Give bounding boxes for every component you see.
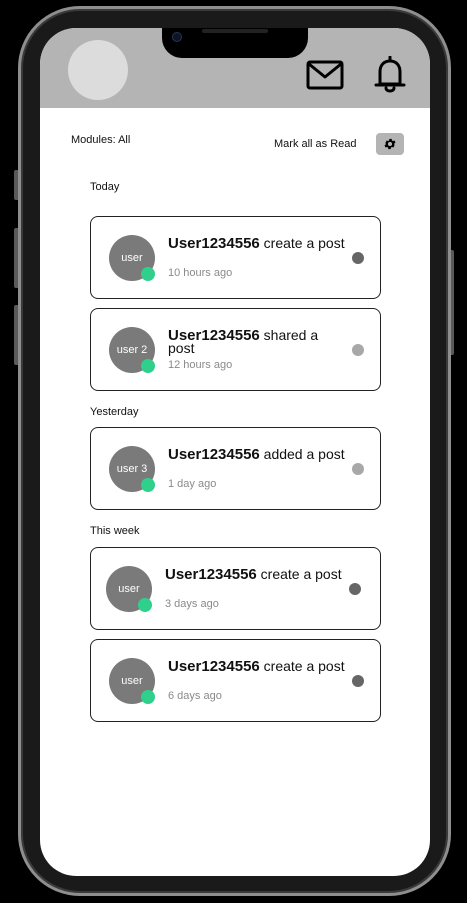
notification-message: User1234556 added a post	[168, 446, 348, 463]
notification-message: User1234556 shared a post	[168, 328, 348, 355]
online-indicator	[141, 690, 155, 704]
notification-time: 10 hours ago	[168, 267, 233, 279]
notification-time: 6 days ago	[168, 690, 222, 702]
device-notch	[162, 28, 308, 58]
notification-user: User1234556	[168, 446, 260, 463]
mail-icon[interactable]	[306, 60, 344, 90]
mark-all-read-button[interactable]: Mark all as Read	[274, 138, 357, 150]
notification-message: User1234556 create a post	[168, 235, 348, 252]
notification-card[interactable]: user User1234556 create a post 10 hours …	[90, 216, 381, 299]
notification-time: 12 hours ago	[168, 359, 233, 371]
camera-icon	[172, 32, 182, 42]
online-indicator	[141, 478, 155, 492]
notification-action: create a post	[256, 566, 342, 582]
speaker-grille	[202, 29, 268, 33]
online-indicator	[138, 598, 152, 612]
notification-card[interactable]: user 3 User1234556 added a post 1 day ag…	[90, 427, 381, 510]
unread-indicator	[352, 675, 364, 687]
notification-card[interactable]: user User1234556 create a post 3 days ag…	[90, 547, 381, 630]
notification-time: 1 day ago	[168, 478, 217, 490]
modules-filter[interactable]: Modules: All	[71, 134, 130, 146]
online-indicator	[141, 359, 155, 373]
notification-card[interactable]: user User1234556 create a post 6 days ag…	[90, 639, 381, 722]
section-label-yesterday: Yesterday	[90, 406, 139, 418]
bell-icon[interactable]	[374, 56, 406, 94]
notification-user: User1234556	[168, 658, 260, 675]
section-label-today: Today	[90, 181, 120, 193]
notification-user: User1234556	[168, 235, 260, 252]
notification-action: create a post	[259, 235, 345, 251]
notification-card[interactable]: user 2 User1234556 shared a post 12 hour…	[90, 308, 381, 391]
notification-message: User1234556 create a post	[165, 566, 345, 583]
read-indicator	[352, 344, 364, 356]
online-indicator	[141, 267, 155, 281]
notification-action: create a post	[259, 658, 345, 674]
notification-time: 3 days ago	[165, 598, 219, 610]
read-indicator	[352, 463, 364, 475]
phone-screen: Modules: All Mark all as Read Today user…	[40, 28, 430, 876]
notification-action: added a post	[259, 446, 345, 462]
profile-avatar[interactable]	[68, 40, 128, 100]
gear-icon	[384, 138, 396, 150]
notification-user: User1234556	[165, 566, 257, 583]
notification-message: User1234556 create a post	[168, 658, 348, 675]
section-label-this-week: This week	[90, 525, 140, 537]
unread-indicator	[349, 583, 361, 595]
unread-indicator	[352, 252, 364, 264]
settings-button[interactable]	[376, 133, 404, 155]
